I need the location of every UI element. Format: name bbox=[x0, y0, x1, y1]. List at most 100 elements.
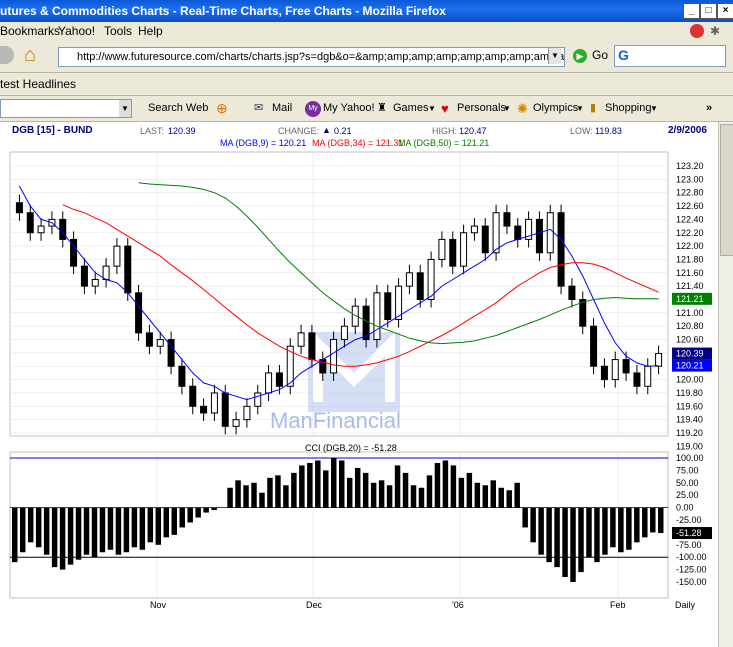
cci-bar bbox=[346, 477, 353, 508]
price-tick-label: 121.00 bbox=[676, 308, 704, 318]
candle-body bbox=[633, 372, 641, 387]
cci-bar bbox=[12, 507, 18, 563]
chevron-down-icon[interactable]: ▼ bbox=[576, 96, 584, 121]
candle-body bbox=[384, 292, 392, 321]
title-bar: utures & Commodities Charts - Real-Time … bbox=[0, 0, 733, 22]
latest-headlines-link[interactable]: test Headlines bbox=[0, 73, 76, 95]
cci-bar bbox=[267, 477, 273, 508]
go-button[interactable]: Go bbox=[592, 48, 608, 62]
personals-button[interactable]: Personals bbox=[457, 96, 506, 121]
menu-help[interactable]: Help bbox=[138, 22, 163, 40]
chevron-down-icon[interactable]: ▼ bbox=[428, 96, 436, 121]
candle-body bbox=[373, 292, 381, 341]
chevron-down-icon[interactable]: ▼ bbox=[503, 96, 511, 121]
cci-bar bbox=[442, 460, 449, 508]
menu-bookmarks[interactable]: Bookmarks bbox=[0, 22, 60, 40]
menu-tools[interactable]: Tools bbox=[104, 22, 132, 40]
candle-body bbox=[189, 385, 197, 407]
games-icon: ♜ bbox=[377, 102, 387, 114]
search-web-button[interactable]: Search Web bbox=[148, 96, 208, 121]
price-tick-label: 122.40 bbox=[676, 214, 704, 224]
my-yahoo-button[interactable]: My Yahoo! bbox=[323, 96, 375, 121]
cci-bar bbox=[490, 480, 497, 508]
cci-bar bbox=[602, 507, 608, 555]
price-tick-label: 122.80 bbox=[676, 188, 704, 198]
candle-body bbox=[232, 419, 240, 427]
games-button[interactable]: Games bbox=[393, 96, 428, 121]
candle-body bbox=[405, 272, 413, 287]
cci-bar bbox=[370, 482, 377, 508]
candle-body bbox=[340, 325, 348, 341]
olympics-button[interactable]: Olympics bbox=[533, 96, 578, 121]
cci-bar bbox=[91, 507, 98, 558]
cci-bar bbox=[530, 507, 536, 543]
cci-bar bbox=[522, 507, 528, 528]
cci-bar bbox=[139, 507, 146, 550]
cci-bar bbox=[107, 507, 114, 550]
candle-body bbox=[243, 405, 251, 421]
candle-body bbox=[91, 278, 99, 287]
candle-body bbox=[59, 218, 67, 240]
stop-load-icon[interactable] bbox=[0, 46, 14, 64]
heart-icon: ♥ bbox=[441, 101, 449, 116]
cci-bar bbox=[171, 507, 177, 535]
candle-body bbox=[124, 245, 132, 294]
cci-bar bbox=[339, 460, 345, 508]
candle-body bbox=[275, 372, 283, 387]
go-icon[interactable]: ▶ bbox=[573, 49, 587, 63]
price-tick-label: 120.60 bbox=[676, 335, 704, 345]
cci-bar bbox=[354, 467, 361, 508]
search-box[interactable]: G bbox=[614, 45, 726, 67]
menu-yahoo[interactable]: Yahoo! bbox=[58, 22, 95, 40]
price-tick-label: 121.40 bbox=[676, 281, 704, 291]
cci-bar bbox=[283, 485, 289, 508]
candle-body bbox=[254, 392, 262, 407]
cci-bar bbox=[498, 487, 504, 508]
candle-body bbox=[37, 225, 45, 234]
cci-bar bbox=[626, 507, 632, 550]
cci-last-label: -51.28 bbox=[676, 528, 702, 538]
cci-bar bbox=[538, 507, 544, 555]
url-dropdown-icon[interactable]: ▼ bbox=[548, 48, 561, 64]
url-field[interactable]: http://www.futuresource.com/charts/chart… bbox=[58, 47, 565, 67]
cci-bar bbox=[251, 482, 257, 508]
cci-bar bbox=[123, 507, 130, 553]
chevron-down-icon[interactable]: ▼ bbox=[119, 100, 131, 117]
price-tag-label: 120.21 bbox=[676, 361, 704, 371]
cci-bar bbox=[402, 472, 409, 508]
cci-bar bbox=[562, 507, 568, 578]
more-chevron-icon[interactable]: » bbox=[706, 96, 712, 121]
minimize-button[interactable]: _ bbox=[683, 3, 700, 19]
cci-bar bbox=[155, 507, 162, 545]
price-tick-label: 119.80 bbox=[676, 388, 703, 398]
x-tick-label: '06 bbox=[452, 600, 464, 610]
vertical-scrollbar[interactable] bbox=[718, 122, 733, 647]
scrollbar-thumb[interactable] bbox=[720, 124, 733, 256]
candle-body bbox=[600, 365, 608, 381]
cci-bar bbox=[394, 465, 401, 508]
cci-bar bbox=[43, 507, 50, 555]
headlines-bar: test Headlines bbox=[0, 73, 733, 96]
cci-bar bbox=[299, 465, 305, 508]
stop-icon[interactable] bbox=[690, 24, 704, 38]
cci-bar bbox=[307, 462, 313, 508]
shopping-button[interactable]: Shopping bbox=[605, 96, 652, 121]
candle-body bbox=[113, 245, 121, 267]
mail-icon: ✉ bbox=[254, 102, 264, 114]
cci-bar bbox=[259, 492, 265, 508]
mail-button[interactable]: Mail bbox=[272, 96, 292, 121]
yahoo-search-input[interactable]: ▼ bbox=[0, 99, 132, 118]
home-icon[interactable]: ⌂ bbox=[24, 43, 48, 67]
crosshair-icon[interactable]: ⊕ bbox=[216, 96, 228, 121]
cci-tick-label: -150.00 bbox=[676, 577, 707, 587]
menu-bar: Bookmarks Yahoo! Tools Help ✱ bbox=[0, 22, 733, 40]
cci-tick-label: -25.00 bbox=[676, 515, 702, 525]
gear-icon[interactable]: ✱ bbox=[710, 22, 720, 40]
cci-bar bbox=[658, 507, 664, 534]
cci-bar bbox=[203, 507, 209, 513]
candle-body bbox=[330, 339, 338, 374]
close-button[interactable]: × bbox=[717, 3, 733, 19]
maximize-button[interactable]: □ bbox=[700, 3, 717, 19]
candle-body bbox=[210, 392, 218, 414]
chevron-down-icon[interactable]: ▼ bbox=[650, 96, 658, 121]
